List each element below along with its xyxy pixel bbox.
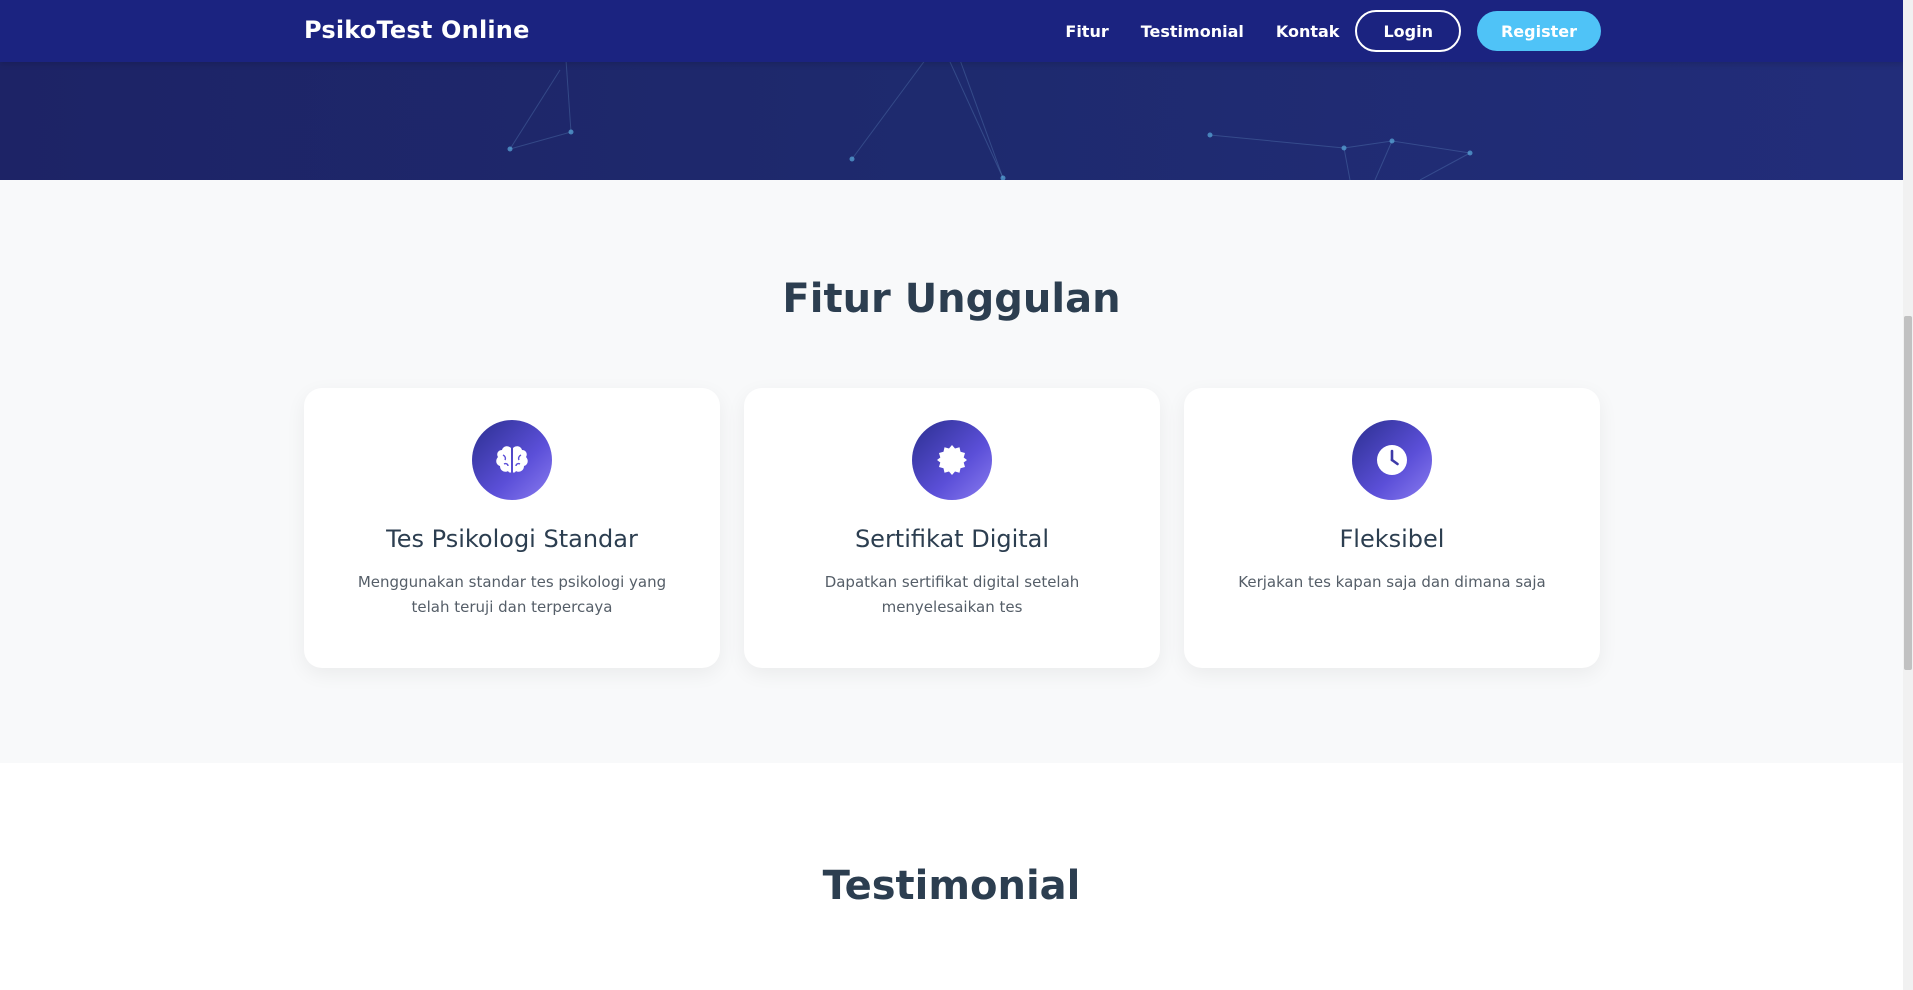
login-button[interactable]: Login [1355,10,1461,52]
brain-icon [472,420,552,500]
features-title: Fitur Unggulan [782,276,1121,322]
testimonial-title: Testimonial [822,863,1081,909]
feature-card: Tes Psikologi Standar Menggunakan standa… [304,388,720,668]
feature-card: Fleksibel Kerjakan tes kapan saja dan di… [1184,388,1600,668]
feature-card-title: Sertifikat Digital [854,525,1050,553]
testimonial-section: Testimonial [0,763,1903,990]
feature-card-description: Dapatkan sertifikat digital setelah meny… [824,573,1080,616]
page-scrollbar[interactable] [1903,0,1913,990]
network-background [507,62,1473,180]
brand-logo[interactable]: PsikoTest Online [304,16,530,44]
features-section: Fitur Unggulan Tes Psikologi Standar Men… [0,180,1903,763]
nav-link-testimonial[interactable]: Testimonial [1141,22,1244,41]
scrollbar-thumb[interactable] [1904,316,1912,670]
clock-icon [1352,420,1432,500]
feature-card: Sertifikat Digital Dapatkan sertifikat d… [744,388,1160,668]
nav-links: Fitur Testimonial Kontak Login Register [1033,10,1601,52]
feature-card-description: Menggunakan standar tes psikologi yang t… [357,573,667,616]
feature-card-title: Fleksibel [1339,525,1445,553]
page-content: PsikoTest Online Fitur Testimonial Konta… [0,0,1903,990]
register-button[interactable]: Register [1476,11,1601,51]
hero-banner [0,62,1903,180]
feature-card-title: Tes Psikologi Standar [386,525,638,553]
navbar: PsikoTest Online Fitur Testimonial Konta… [0,0,1903,62]
page: PsikoTest Online Fitur Testimonial Konta… [0,0,1913,990]
certificate-icon [912,420,992,500]
nav-link-fitur[interactable]: Fitur [1065,22,1108,41]
nav-link-kontak[interactable]: Kontak [1276,22,1340,41]
feature-card-description: Kerjakan tes kapan saja dan dimana saja [1238,573,1546,591]
